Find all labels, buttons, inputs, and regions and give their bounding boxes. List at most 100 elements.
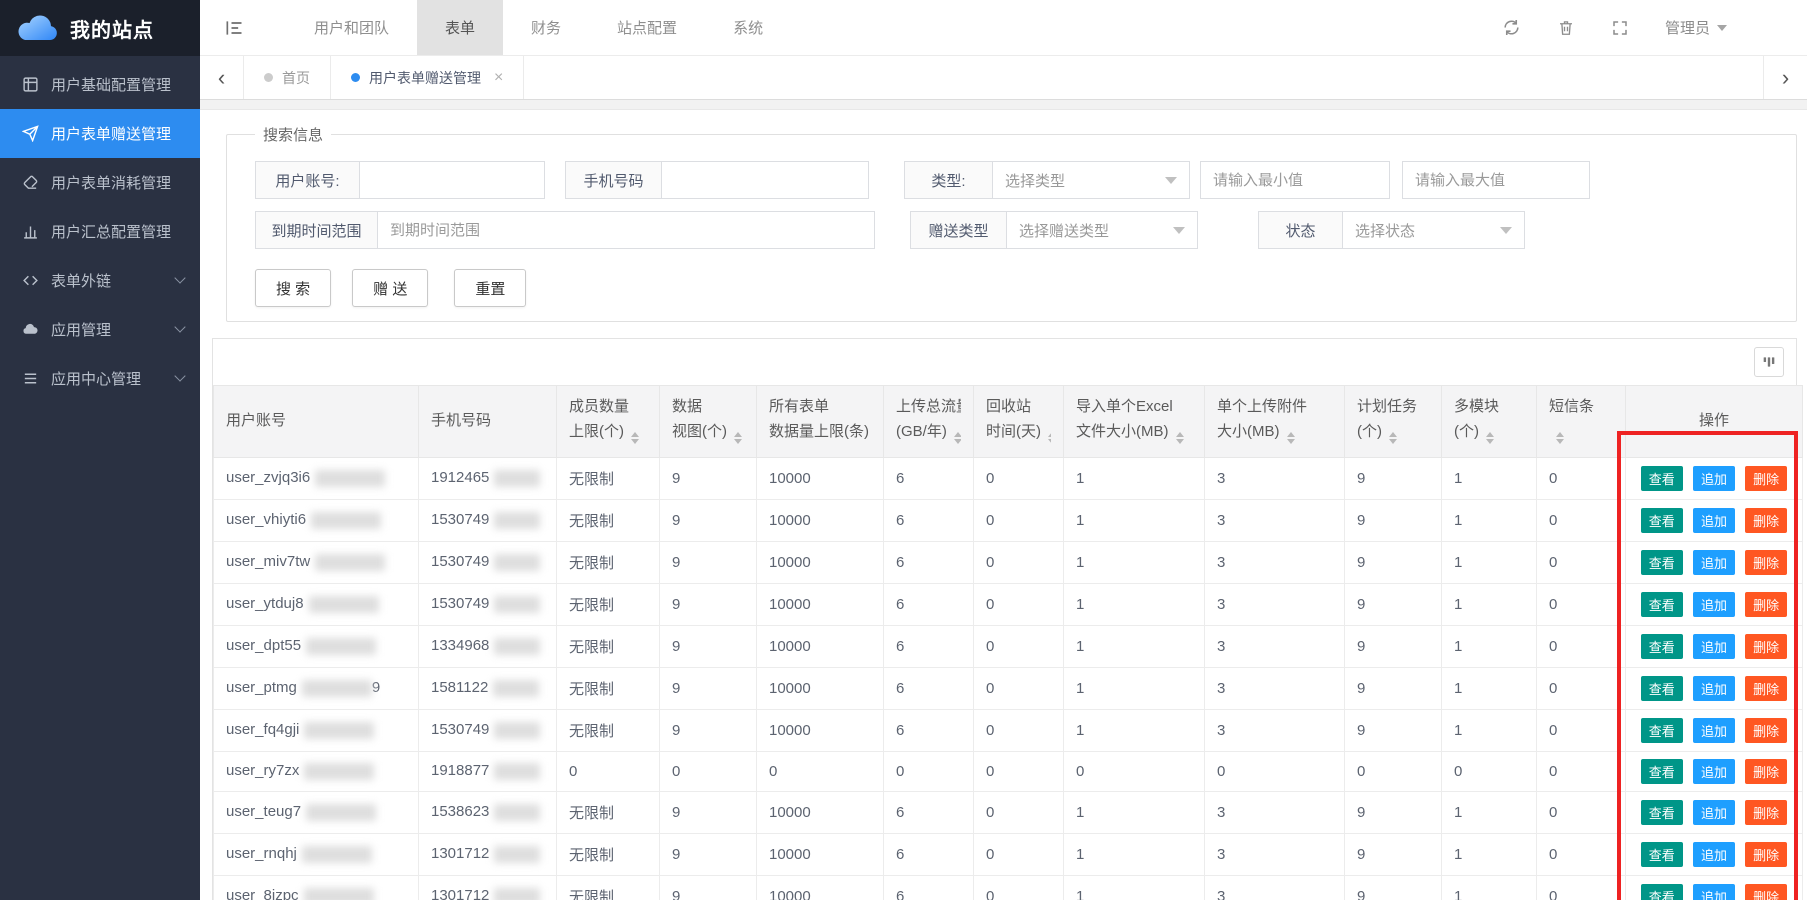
menu-toggle-icon[interactable] <box>224 18 244 38</box>
redaction-blur <box>302 846 372 863</box>
sidebar-item-app-center-management[interactable]: 应用中心管理 <box>0 354 200 403</box>
expire-range-input[interactable] <box>378 212 874 248</box>
append-button[interactable]: 追加 <box>1693 508 1735 533</box>
cell-data-views: 9 <box>660 709 757 751</box>
cell-sms: 0 <box>1537 791 1626 833</box>
sort-icon[interactable] <box>954 428 961 448</box>
view-button[interactable]: 查看 <box>1641 466 1683 491</box>
max-value-input[interactable] <box>1402 161 1590 199</box>
phone-input[interactable] <box>662 162 868 198</box>
append-button[interactable]: 追加 <box>1693 718 1735 743</box>
sidebar-item-user-form-gift[interactable]: 用户表单赠送管理 <box>0 109 200 158</box>
cell-data-limit: 10000 <box>757 791 884 833</box>
sidebar-item-form-external-link[interactable]: 表单外链 <box>0 256 200 305</box>
cell-phone: 1301712 <box>419 833 557 875</box>
cell-recycle: 0 <box>974 833 1064 875</box>
view-button[interactable]: 查看 <box>1641 592 1683 617</box>
search-button[interactable]: 搜 索 <box>255 269 331 307</box>
fullscreen-icon[interactable] <box>1611 19 1629 37</box>
topnav-item-system[interactable]: 系统 <box>705 0 791 55</box>
view-button[interactable]: 查看 <box>1641 550 1683 575</box>
refresh-icon[interactable] <box>1502 18 1521 37</box>
min-value-input[interactable] <box>1200 161 1390 199</box>
delete-button[interactable]: 删除 <box>1745 466 1787 491</box>
sort-icon[interactable] <box>1389 428 1397 448</box>
append-button[interactable]: 追加 <box>1693 884 1735 900</box>
close-icon[interactable]: × <box>494 69 503 87</box>
trash-icon[interactable] <box>1557 18 1575 37</box>
redaction-blur <box>494 638 540 655</box>
cell-modules: 1 <box>1442 833 1537 875</box>
topnav-item-forms[interactable]: 表单 <box>417 0 503 55</box>
cell-data-views: 9 <box>660 875 757 900</box>
column-settings-button[interactable] <box>1754 347 1784 377</box>
delete-button[interactable]: 删除 <box>1745 884 1787 900</box>
gift-type-select[interactable]: 选择赠送类型 <box>1007 212 1197 248</box>
view-button[interactable]: 查看 <box>1641 634 1683 659</box>
view-button[interactable]: 查看 <box>1641 800 1683 825</box>
view-button[interactable]: 查看 <box>1641 842 1683 867</box>
delete-button[interactable]: 删除 <box>1745 842 1787 867</box>
cell-account: user_8izpc <box>214 875 419 900</box>
cell-tasks: 9 <box>1345 667 1442 709</box>
delete-button[interactable]: 删除 <box>1745 508 1787 533</box>
append-button[interactable]: 追加 <box>1693 676 1735 701</box>
append-button[interactable]: 追加 <box>1693 800 1735 825</box>
topnav-item-site-config[interactable]: 站点配置 <box>589 0 705 55</box>
gift-button[interactable]: 赠 送 <box>352 269 428 307</box>
redaction-blur <box>304 763 374 780</box>
sidebar-item-app-management[interactable]: 应用管理 <box>0 305 200 354</box>
cell-phone: 1334968 <box>419 625 557 667</box>
sort-icon[interactable] <box>1048 428 1051 448</box>
view-button[interactable]: 查看 <box>1641 508 1683 533</box>
delete-button[interactable]: 删除 <box>1745 550 1787 575</box>
cell-attach-size: 3 <box>1205 541 1345 583</box>
tab-home[interactable]: 首页 <box>244 56 331 99</box>
sidebar-item-user-summary-config[interactable]: 用户汇总配置管理 <box>0 207 200 256</box>
append-button[interactable]: 追加 <box>1693 592 1735 617</box>
view-button[interactable]: 查看 <box>1641 676 1683 701</box>
cell-data-limit: 10000 <box>757 833 884 875</box>
sort-icon[interactable] <box>1287 428 1295 448</box>
cell-tasks: 9 <box>1345 833 1442 875</box>
sidebar-item-user-base-config[interactable]: 用户基础配置管理 <box>0 60 200 109</box>
tabs-scroll-right[interactable]: › <box>1763 56 1807 99</box>
delete-button[interactable]: 删除 <box>1745 718 1787 743</box>
tabs-scroll-left[interactable]: ‹ <box>200 56 244 99</box>
append-button[interactable]: 追加 <box>1693 759 1735 784</box>
cell-actions: 查看 追加 删除 <box>1626 541 1803 583</box>
cell-actions: 查看 追加 删除 <box>1626 625 1803 667</box>
type-select-placeholder: 选择类型 <box>1005 170 1065 191</box>
status-select[interactable]: 选择状态 <box>1343 212 1524 248</box>
sort-icon[interactable] <box>1176 428 1184 448</box>
sidebar-item-user-form-consume[interactable]: 用户表单消耗管理 <box>0 158 200 207</box>
delete-button[interactable]: 删除 <box>1745 592 1787 617</box>
sort-icon[interactable] <box>1486 428 1494 448</box>
sort-icon[interactable] <box>1556 428 1564 448</box>
cell-data-views: 9 <box>660 583 757 625</box>
view-button[interactable]: 查看 <box>1641 884 1683 900</box>
sort-icon[interactable] <box>631 428 639 448</box>
append-button[interactable]: 追加 <box>1693 550 1735 575</box>
cell-modules: 1 <box>1442 667 1537 709</box>
append-button[interactable]: 追加 <box>1693 634 1735 659</box>
cell-member-limit: 无限制 <box>557 833 660 875</box>
tab-user-form-gift[interactable]: 用户表单赠送管理 × <box>331 56 524 99</box>
topnav-item-users-teams[interactable]: 用户和团队 <box>286 0 417 55</box>
sort-icon[interactable] <box>734 428 742 448</box>
account-input[interactable] <box>360 162 544 198</box>
admin-menu[interactable]: 管理员 <box>1665 17 1727 38</box>
view-button[interactable]: 查看 <box>1641 759 1683 784</box>
append-button[interactable]: 追加 <box>1693 842 1735 867</box>
delete-button[interactable]: 删除 <box>1745 634 1787 659</box>
type-select[interactable]: 选择类型 <box>993 162 1189 198</box>
append-button[interactable]: 追加 <box>1693 466 1735 491</box>
reset-button[interactable]: 重置 <box>454 269 526 307</box>
topnav-item-finance[interactable]: 财务 <box>503 0 589 55</box>
cell-traffic: 6 <box>884 875 974 900</box>
delete-button[interactable]: 删除 <box>1745 800 1787 825</box>
delete-button[interactable]: 删除 <box>1745 759 1787 784</box>
view-button[interactable]: 查看 <box>1641 718 1683 743</box>
delete-button[interactable]: 删除 <box>1745 676 1787 701</box>
redaction-blur <box>494 804 540 821</box>
